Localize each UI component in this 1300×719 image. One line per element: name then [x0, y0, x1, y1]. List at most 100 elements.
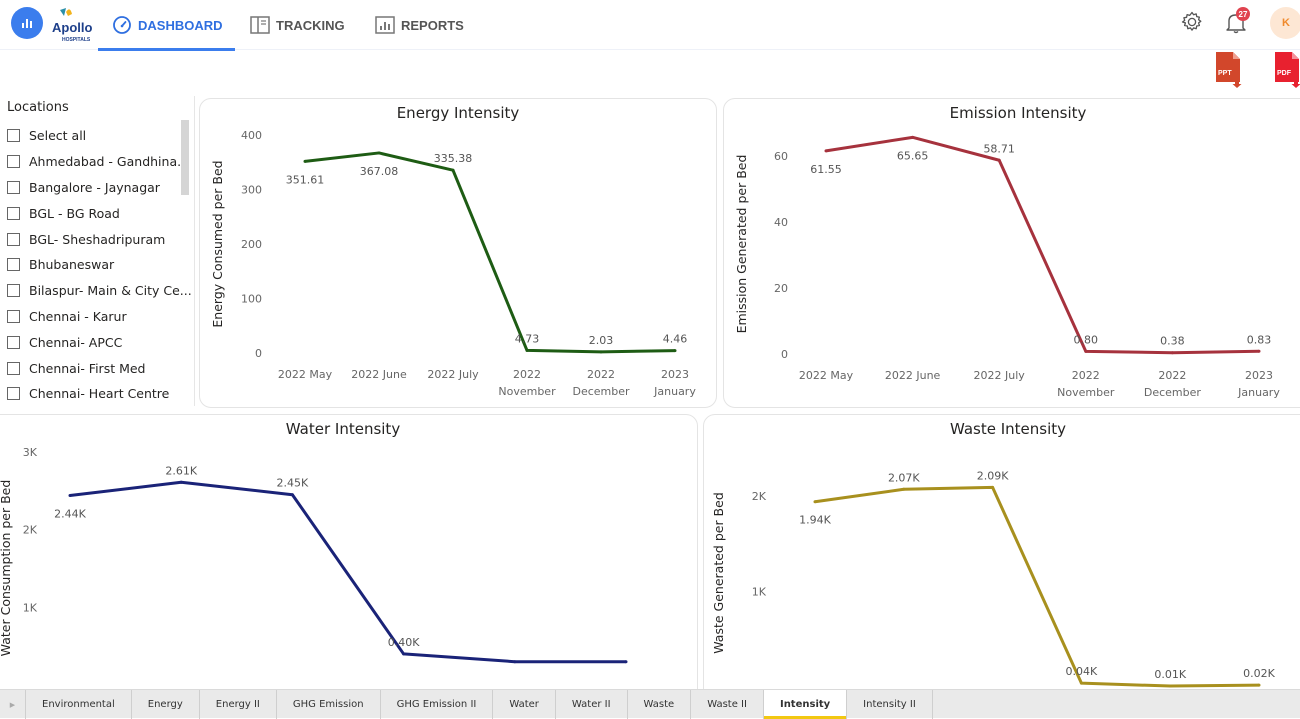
settings-button[interactable]: [1178, 8, 1206, 36]
x-tick-label: 2022 June: [885, 369, 941, 382]
checkbox-icon: [7, 129, 20, 143]
data-point[interactable]: [991, 485, 995, 489]
checkbox-icon: [7, 335, 20, 349]
data-point[interactable]: [402, 652, 406, 656]
data-point[interactable]: [813, 500, 817, 504]
location-label: Bilaspur- Main & City Ce...: [29, 283, 192, 299]
y-tick-label: 1K: [23, 601, 38, 614]
y-axis-title: Waste Generated per Bed: [711, 492, 726, 654]
data-point[interactable]: [624, 660, 628, 664]
data-point[interactable]: [997, 158, 1001, 162]
data-point[interactable]: [1257, 349, 1261, 353]
data-label: 61.55: [810, 163, 842, 176]
data-point[interactable]: [1170, 351, 1174, 355]
data-point[interactable]: [525, 348, 529, 352]
speedometer-icon: [113, 16, 131, 34]
bar-chart-icon: [22, 19, 32, 28]
data-point[interactable]: [1079, 681, 1083, 685]
data-point[interactable]: [824, 149, 828, 153]
page-tab-intensity[interactable]: Intensity: [763, 690, 848, 719]
page-tab-waste[interactable]: Waste: [628, 690, 692, 719]
select-all-checkbox[interactable]: Select all: [7, 123, 185, 149]
data-label: 0.83: [1247, 333, 1272, 346]
data-point[interactable]: [290, 493, 294, 497]
data-point[interactable]: [1084, 349, 1088, 353]
data-point[interactable]: [68, 493, 72, 497]
y-tick-label: 2K: [752, 490, 767, 503]
location-label: Chennai - Karur: [29, 308, 127, 324]
chart-svg: Waste Generated per Bed 1K 2K 1.94K 2.07K 2.0…: [704, 469, 1300, 692]
location-checkbox[interactable]: Chennai- First Med: [7, 355, 185, 381]
location-checkbox[interactable]: BGL- Sheshadripuram: [7, 226, 185, 252]
data-point[interactable]: [911, 135, 915, 139]
data-point[interactable]: [1257, 683, 1261, 687]
x-tick-label: 2022: [1158, 369, 1186, 382]
location-checkbox[interactable]: Bangalore - Jaynagar: [7, 175, 185, 201]
page-tab-water-ii[interactable]: Water II: [556, 690, 628, 719]
user-avatar[interactable]: K: [1270, 7, 1300, 39]
y-tick-label: 1K: [752, 585, 767, 598]
location-checkbox[interactable]: Chennai- Heart Centre: [7, 381, 185, 407]
data-point[interactable]: [673, 349, 677, 353]
app-menu-button[interactable]: [11, 7, 43, 39]
svg-text:Apollo: Apollo: [52, 20, 92, 35]
export-pdf-button[interactable]: PDF: [1275, 52, 1300, 88]
location-checkbox[interactable]: BGL - BG Road: [7, 200, 185, 226]
emission-intensity-chart: Emission Intensity Emission Generated pe…: [723, 98, 1300, 408]
x-tick-label: 2022 July: [974, 369, 1026, 382]
gear-icon: [1181, 11, 1202, 31]
data-point[interactable]: [303, 159, 307, 163]
checkbox-icon: [7, 258, 20, 272]
data-label: 2.03: [589, 334, 614, 347]
page-tab-waste-ii[interactable]: Waste II: [691, 690, 764, 719]
location-label: Select all: [29, 128, 87, 144]
data-point[interactable]: [1168, 684, 1172, 688]
x-tick-label: December: [572, 385, 630, 398]
location-checkbox[interactable]: Chennai - Karur: [7, 304, 185, 330]
nav-tab-dashboard[interactable]: DASHBOARD: [98, 0, 235, 51]
page-tab-ghg-emission-ii[interactable]: GHG Emission II: [381, 690, 494, 719]
checkbox-icon: [7, 361, 20, 375]
y-tick-label: 200: [241, 238, 262, 251]
export-ppt-button[interactable]: PPT: [1216, 52, 1242, 88]
page-tab-environmental[interactable]: Environmental: [26, 690, 132, 719]
checkbox-icon: [7, 232, 20, 246]
location-label: Bhubaneswar: [29, 257, 115, 273]
nav-tab-tracking[interactable]: TRACKING: [250, 0, 345, 50]
y-tick-label: 20: [774, 282, 788, 295]
page-tab-energy-ii[interactable]: Energy II: [200, 690, 277, 719]
location-checkbox[interactable]: Bhubaneswar: [7, 252, 185, 278]
page-tab-ghg-emission[interactable]: GHG Emission: [277, 690, 381, 719]
slicer-title: Locations: [7, 100, 69, 115]
data-point[interactable]: [599, 350, 603, 354]
data-label: 1.94K: [799, 514, 831, 527]
location-checkbox[interactable]: Bilaspur- Main & City Ce...: [7, 278, 192, 304]
data-point[interactable]: [902, 487, 906, 491]
scroll-left-button[interactable]: ▶: [0, 690, 26, 719]
data-point[interactable]: [179, 480, 183, 484]
data-point[interactable]: [451, 168, 455, 172]
notifications-button[interactable]: 27: [1222, 7, 1250, 36]
page-tab-water[interactable]: Water: [493, 690, 556, 719]
data-point[interactable]: [513, 660, 517, 664]
x-tick-label: 2023: [661, 368, 689, 381]
y-tick-label: 60: [774, 150, 788, 163]
water-intensity-chart: Water Intensity Water Consumption per Be…: [0, 414, 698, 714]
nav-tab-reports[interactable]: REPORTS: [375, 0, 464, 50]
page-tabs-bar: ▶ Environmental Energy Energy II GHG Emissi…: [0, 689, 1300, 719]
page-tab-energy[interactable]: Energy: [132, 690, 200, 719]
location-label: Chennai- First Med: [29, 360, 146, 376]
location-checkbox[interactable]: Ahmedabad - Gandhina...: [7, 149, 189, 175]
data-label: 2.07K: [888, 471, 920, 484]
page-tab-intensity-ii[interactable]: Intensity II: [847, 690, 933, 719]
bar-chart-document-icon: [375, 16, 395, 34]
slicer-scrollbar[interactable]: [181, 120, 189, 195]
location-checkbox[interactable]: Chennai- APCC: [7, 329, 185, 355]
y-axis-title: Energy Consumed per Bed: [210, 160, 225, 327]
series-line: [825, 135, 1260, 355]
location-label: Chennai- Heart Centre: [29, 386, 170, 402]
data-point[interactable]: [377, 151, 381, 155]
active-tab-indicator: [98, 48, 235, 51]
data-label: 0.01K: [1154, 668, 1186, 681]
data-label: 2.45K: [277, 477, 309, 490]
